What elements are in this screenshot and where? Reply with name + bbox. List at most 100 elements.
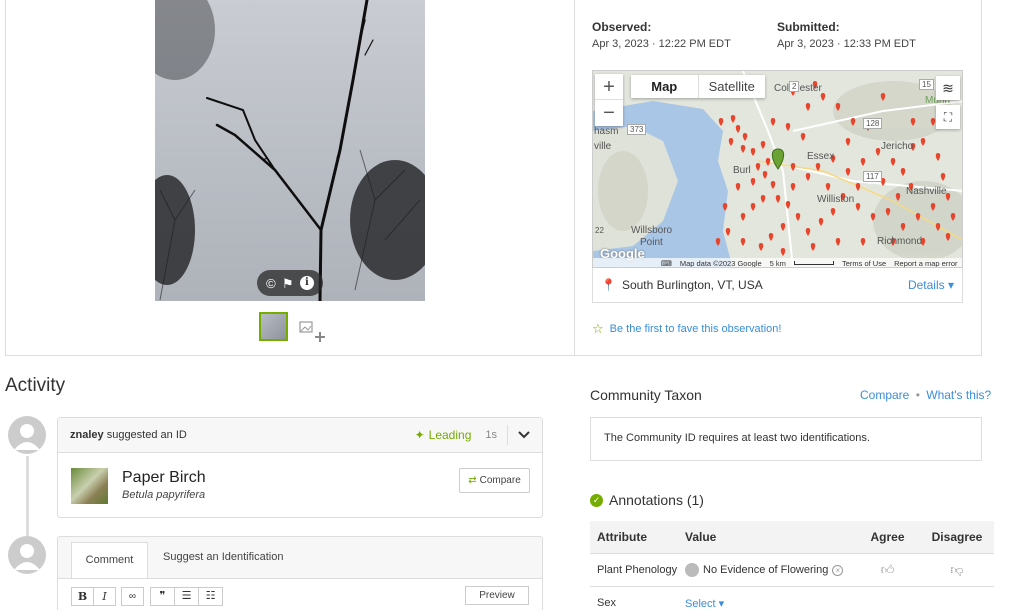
observation-map[interactable]: Colchester Essex Jericho Nashville Willi… <box>592 70 963 268</box>
layers-icon[interactable]: ≋ <box>936 76 960 100</box>
observation-pin[interactable] <box>870 213 876 221</box>
observation-pin[interactable] <box>800 133 806 141</box>
observation-pin[interactable] <box>722 203 728 211</box>
observation-pin[interactable] <box>725 228 731 236</box>
observation-pin[interactable] <box>740 213 746 221</box>
observation-pin[interactable] <box>770 181 776 189</box>
observation-pin[interactable] <box>830 208 836 216</box>
observation-pin[interactable] <box>760 195 766 203</box>
link-button[interactable]: ∞ <box>121 587 144 606</box>
observation-pin[interactable] <box>735 125 741 133</box>
observation-pin[interactable] <box>835 238 841 246</box>
observation-pin[interactable] <box>775 195 781 203</box>
observation-pin[interactable] <box>790 163 796 171</box>
observation-pin[interactable] <box>895 193 901 201</box>
observation-pin[interactable] <box>915 213 921 221</box>
observation-pin[interactable] <box>850 118 856 126</box>
observation-pin[interactable] <box>945 233 951 241</box>
observation-pin[interactable] <box>935 223 941 231</box>
user-avatar[interactable] <box>8 416 46 454</box>
observation-pin[interactable] <box>880 93 886 101</box>
annotations-header[interactable]: ✓ Annotations (1) <box>590 492 704 508</box>
map-type-satellite[interactable]: Satellite <box>699 75 766 98</box>
observation-pin[interactable] <box>950 213 956 221</box>
observation-pin[interactable] <box>930 203 936 211</box>
community-compare-link[interactable]: Compare <box>860 388 909 402</box>
observation-pin[interactable] <box>900 168 906 176</box>
observation-pin[interactable] <box>910 118 916 126</box>
observation-pin[interactable] <box>845 138 851 146</box>
observation-pin[interactable] <box>820 93 826 101</box>
terms-link[interactable]: Terms of Use <box>842 259 886 268</box>
observation-pin[interactable] <box>810 243 816 251</box>
tab-suggest-identification[interactable]: Suggest an Identification <box>163 551 283 563</box>
map-type-map[interactable]: Map <box>631 75 699 98</box>
copyright-icon[interactable]: © <box>266 277 276 290</box>
observation-pin[interactable] <box>855 203 861 211</box>
observation-pin[interactable] <box>760 141 766 149</box>
observation-pin[interactable] <box>790 183 796 191</box>
observation-pin[interactable] <box>930 118 936 126</box>
observation-pin[interactable] <box>740 238 746 246</box>
observation-pin[interactable] <box>728 138 734 146</box>
observation-pin[interactable] <box>780 248 786 256</box>
italic-button[interactable]: I <box>93 587 116 606</box>
observation-pin[interactable] <box>940 173 946 181</box>
select-dropdown[interactable]: Select ▾ <box>685 597 855 610</box>
fave-link[interactable]: ☆ Be the first to fave this observation! <box>592 321 781 337</box>
observation-pin[interactable] <box>750 178 756 186</box>
observation-pin[interactable] <box>835 103 841 111</box>
observation-pin[interactable] <box>890 158 896 166</box>
tab-comment[interactable]: Comment <box>71 542 148 579</box>
observation-pin[interactable] <box>815 163 821 171</box>
observation-pin[interactable] <box>768 233 774 241</box>
observation-pin[interactable] <box>935 153 941 161</box>
observation-pin[interactable] <box>818 218 824 226</box>
bold-button[interactable]: B <box>71 587 94 606</box>
quote-button[interactable]: ❞ <box>150 587 175 606</box>
numbered-list-button[interactable]: ☷ <box>198 587 223 606</box>
thumbs-down-icon[interactable]: 👎︎ <box>920 562 994 578</box>
observation-pin[interactable] <box>715 238 721 246</box>
keyboard-icon[interactable]: ⌨ <box>661 259 672 268</box>
observation-pin[interactable] <box>805 173 811 181</box>
observation-pin[interactable] <box>730 115 736 123</box>
observation-pin[interactable] <box>855 183 861 191</box>
observation-pin[interactable] <box>900 223 906 231</box>
observation-pin[interactable] <box>742 133 748 141</box>
observation-pin[interactable] <box>860 158 866 166</box>
observation-pin[interactable] <box>750 203 756 211</box>
observation-pin[interactable] <box>845 168 851 176</box>
preview-button[interactable]: Preview <box>465 586 529 605</box>
flag-icon[interactable]: ⚑ <box>282 277 294 290</box>
taxon-common-name[interactable]: Paper Birch <box>122 469 206 487</box>
chevron-down-icon[interactable] <box>507 425 530 445</box>
observation-pin[interactable] <box>785 123 791 131</box>
observation-pin[interactable] <box>885 208 891 216</box>
whats-this-link[interactable]: What's this? <box>926 388 991 402</box>
observation-photo[interactable]: © ⚑ i <box>155 0 425 301</box>
photo-thumbnail[interactable] <box>259 312 288 341</box>
observation-pin[interactable] <box>740 145 746 153</box>
info-icon[interactable]: i <box>299 276 314 290</box>
remove-icon[interactable]: × <box>832 564 844 576</box>
zoom-out-button[interactable]: − <box>595 100 623 126</box>
current-observation-marker[interactable] <box>771 148 785 170</box>
compare-button[interactable]: ⇄ Compare <box>459 468 530 493</box>
zoom-in-button[interactable]: + <box>595 74 623 100</box>
observation-pin[interactable] <box>805 228 811 236</box>
observation-pin[interactable] <box>750 148 756 156</box>
add-photo-icon[interactable] <box>299 320 325 342</box>
observation-pin[interactable] <box>755 163 761 171</box>
details-dropdown[interactable]: Details ▾ <box>908 278 954 292</box>
bullet-list-button[interactable]: ☰ <box>174 587 199 606</box>
username-link[interactable]: znaley <box>70 429 104 441</box>
observation-pin[interactable] <box>735 183 741 191</box>
observation-pin[interactable] <box>780 223 786 231</box>
thumbs-up-icon[interactable]: 👍︎ <box>855 562 920 578</box>
observation-pin[interactable] <box>920 138 926 146</box>
observation-pin[interactable] <box>758 243 764 251</box>
observation-pin[interactable] <box>805 103 811 111</box>
taxon-photo[interactable] <box>71 468 108 504</box>
fullscreen-icon[interactable]: ⛶ <box>936 105 960 129</box>
